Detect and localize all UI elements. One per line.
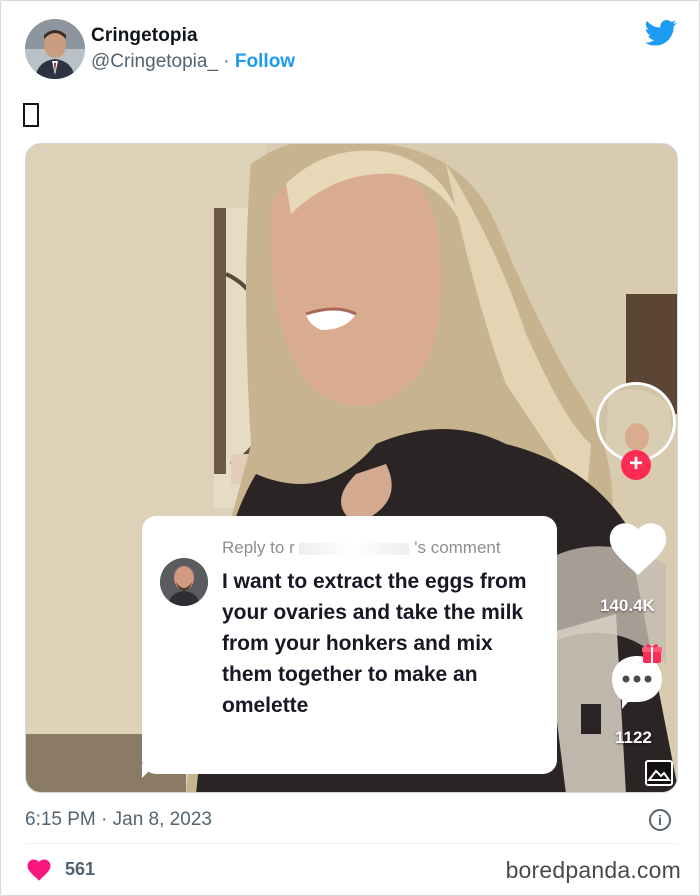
reply-card: Reply to r 's comment I want to extract … — [142, 516, 557, 774]
display-name[interactable]: Cringetopia — [91, 25, 198, 47]
handle-row: @Cringetopia_ · Follow — [91, 51, 295, 73]
missing-glyph-icon — [23, 103, 39, 127]
like-count[interactable]: 561 — [65, 859, 95, 880]
reply-comment-text: I want to extract the eggs from your ova… — [222, 570, 527, 717]
reply-header: Reply to r 's comment — [222, 538, 501, 558]
twitter-bird-icon[interactable] — [645, 19, 677, 47]
reply-card-tail — [142, 764, 156, 778]
tweet-card: Cringetopia @Cringetopia_ · Follow + 140… — [0, 0, 700, 896]
info-icon[interactable]: i — [649, 809, 671, 831]
avatar-image — [25, 19, 85, 79]
watermark: boredpanda.com — [505, 857, 681, 883]
image-icon[interactable] — [645, 760, 673, 786]
divider — [25, 843, 677, 844]
reply-header-suffix: 's comment — [414, 538, 501, 557]
mountain-icon — [646, 769, 671, 781]
avatar[interactable] — [25, 19, 85, 79]
tweet-timestamp[interactable]: 6:15 PM · Jan 8, 2023 — [25, 809, 212, 831]
follow-link[interactable]: Follow — [235, 51, 295, 72]
gift-icon[interactable] — [641, 642, 663, 664]
commenter-avatar — [160, 558, 208, 606]
commenter-avatar-image — [160, 558, 208, 606]
follow-plus-button[interactable]: + — [621, 450, 651, 480]
comments-count: 1122 — [615, 728, 652, 747]
handle[interactable]: @Cringetopia_ — [91, 51, 218, 72]
heart-icon[interactable] — [27, 859, 51, 881]
tweet-media[interactable]: + 140.4K 1122 Reply to r 's comment I wa… — [25, 143, 678, 793]
separator: · — [218, 51, 235, 72]
reply-header-prefix: Reply to r — [222, 538, 295, 557]
redacted-username — [299, 542, 410, 555]
likes-count: 140.4K — [600, 596, 655, 615]
heart-icon[interactable] — [608, 522, 668, 576]
